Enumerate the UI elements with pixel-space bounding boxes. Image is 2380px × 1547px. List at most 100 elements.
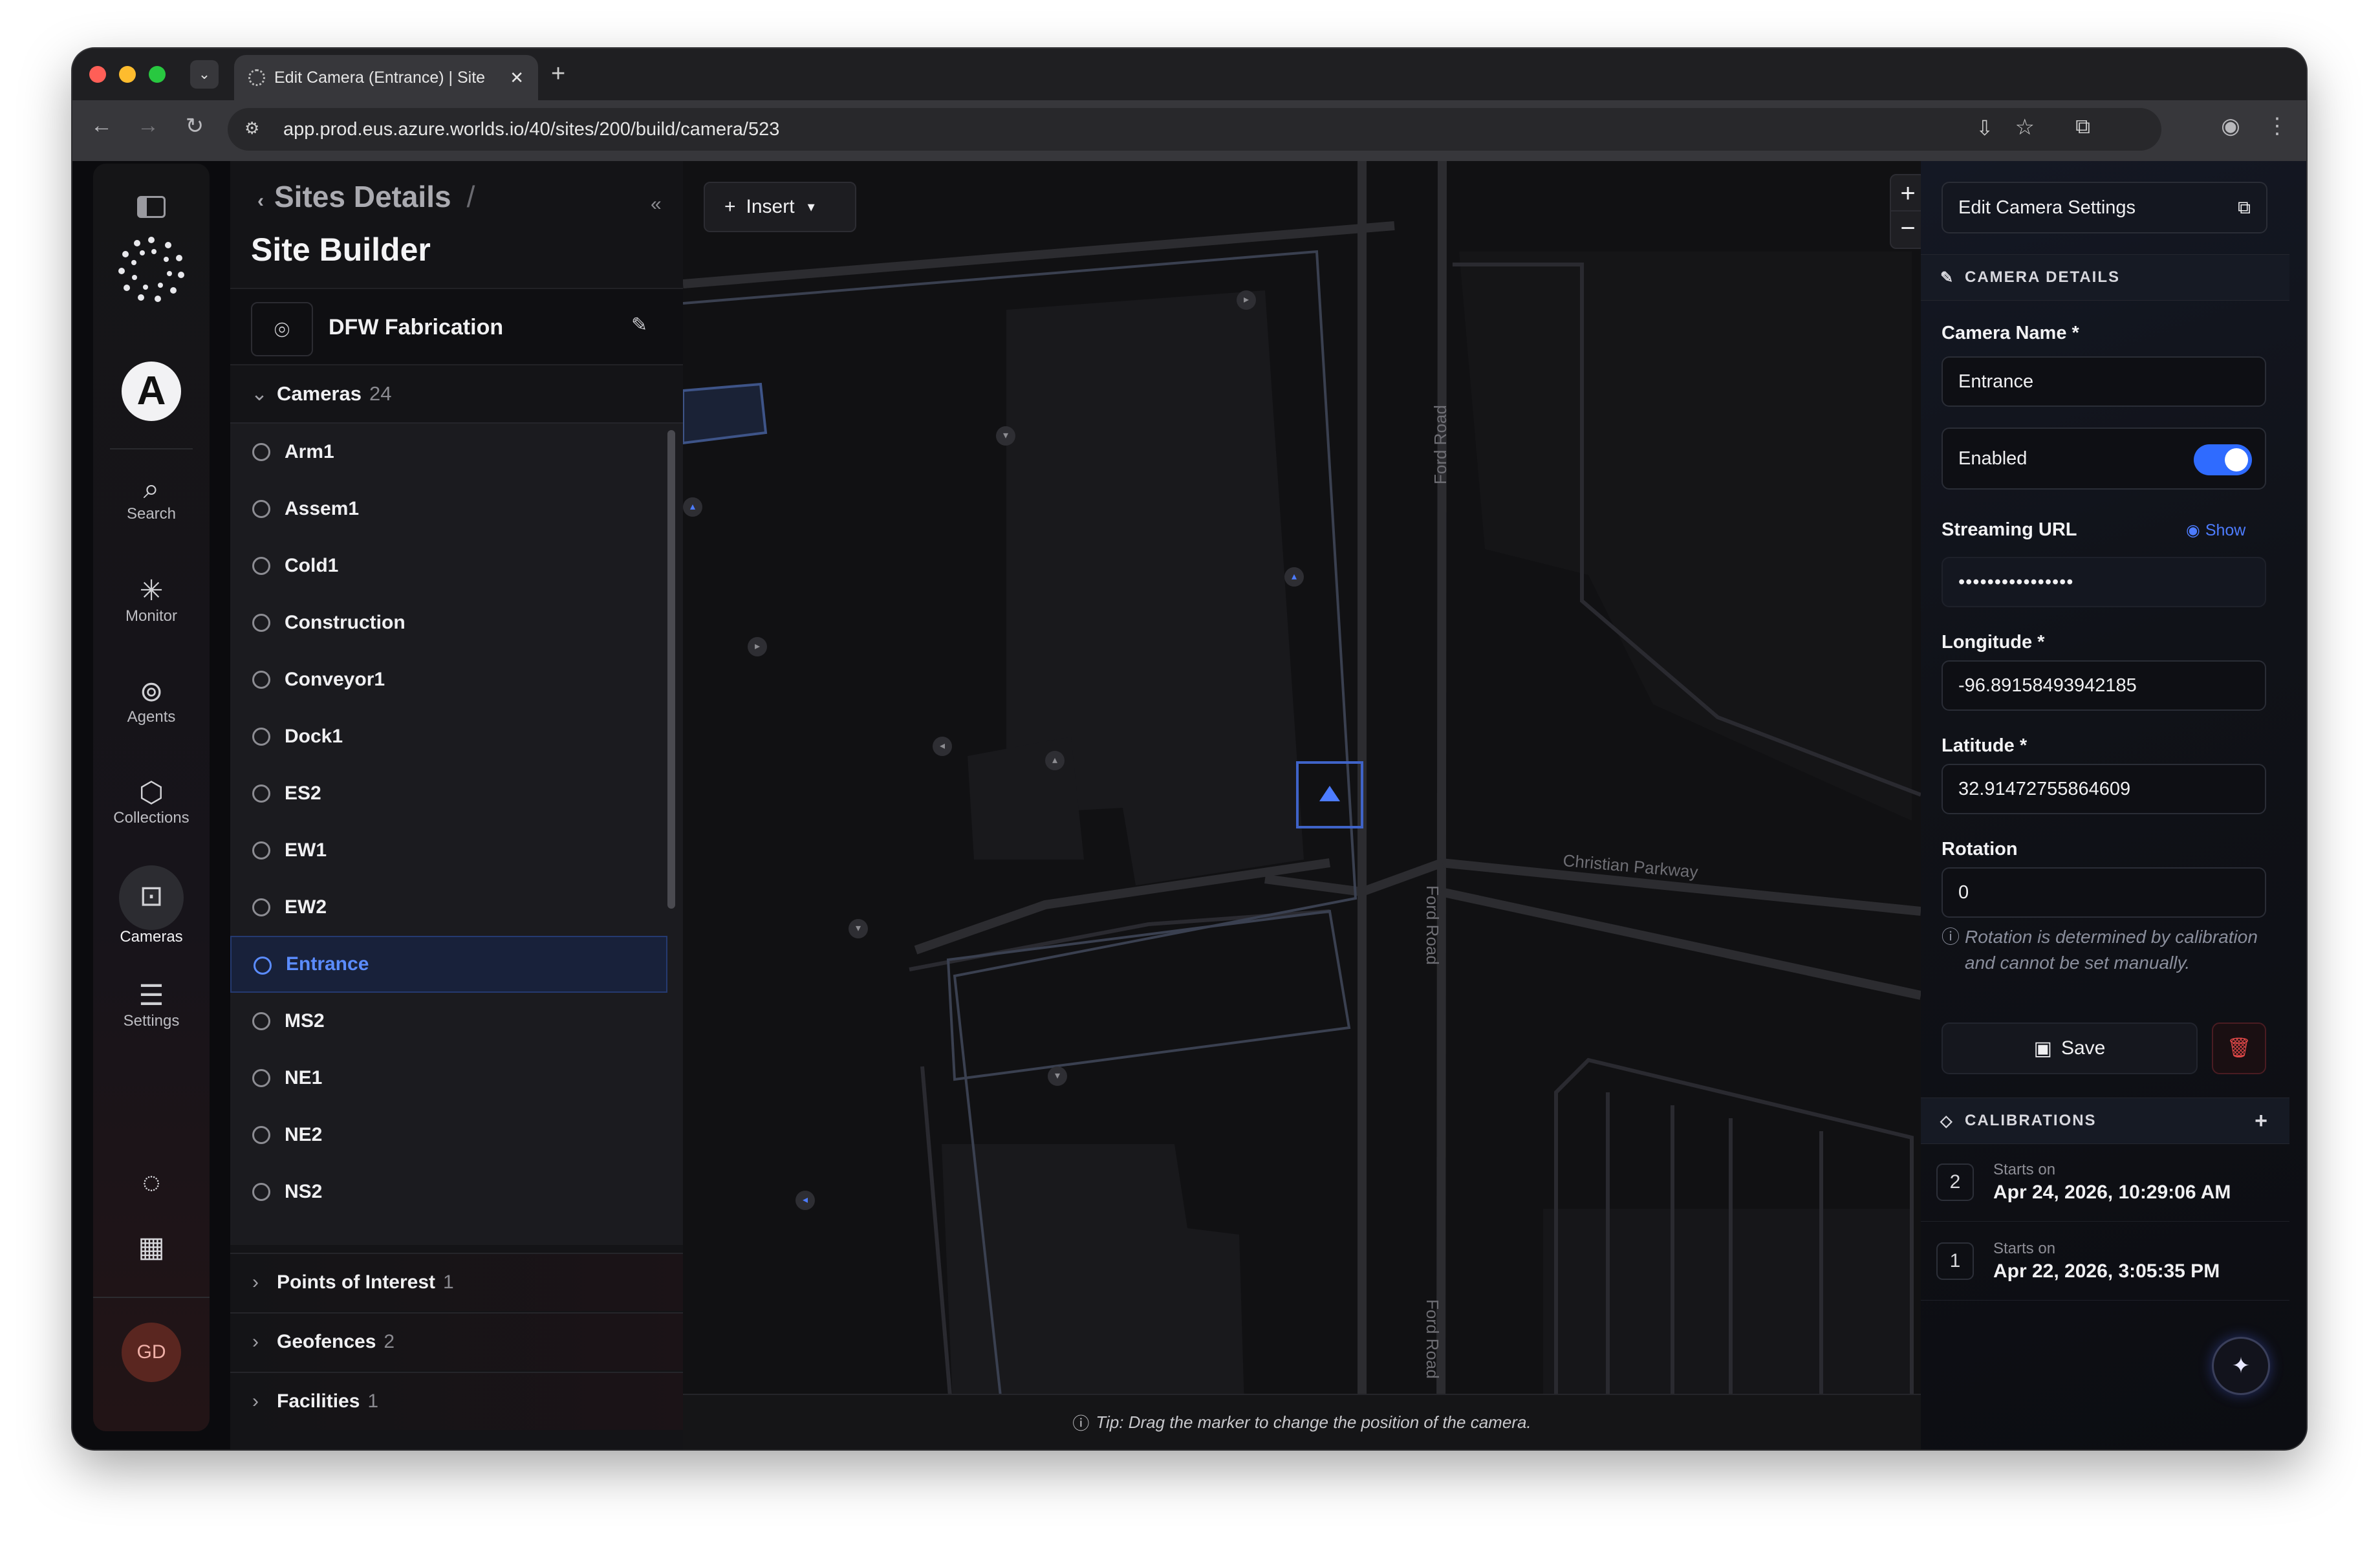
road-label: Ford Road — [1423, 885, 1442, 965]
radio-circle-icon — [252, 443, 270, 461]
forward-icon[interactable]: → — [132, 113, 164, 138]
calibration-row[interactable]: 1 Starts on Apr 22, 2026, 3:05:35 PM — [1921, 1223, 2289, 1301]
scrollbar[interactable] — [667, 430, 675, 909]
facility-outline[interactable] — [683, 382, 768, 445]
breadcrumb-link[interactable]: Sites Details — [274, 180, 451, 213]
sidebar-toggle-icon[interactable] — [137, 196, 166, 218]
site-settings-icon[interactable]: ⚙ — [244, 118, 259, 138]
delete-trash-icon[interactable]: 🗑 — [2212, 1022, 2266, 1074]
points-of-interest-section[interactable]: › Points of Interest 1 — [230, 1253, 683, 1311]
camera-list-item[interactable]: Assem1 — [230, 481, 667, 537]
zoom-out-button[interactable]: − — [1891, 211, 1921, 248]
extensions-icon[interactable]: ⧉ — [2075, 114, 2090, 139]
camera-list-item[interactable]: EW2 — [230, 879, 667, 936]
nav-monitor[interactable]: ✳ Monitor — [93, 575, 210, 625]
camera-list-item[interactable]: Entrance — [230, 936, 667, 993]
camera-list-item[interactable]: NS2 — [230, 1163, 667, 1220]
reload-icon[interactable]: ↻ — [178, 113, 211, 139]
cameras-count: 24 — [369, 382, 392, 405]
building-icon[interactable]: ▦ — [93, 1231, 210, 1264]
camera-list-item[interactable]: Construction — [230, 594, 667, 651]
nav-collections[interactable]: ⬡ Collections — [93, 777, 210, 827]
bookmark-star-icon[interactable]: ☆ — [2015, 114, 2035, 140]
camera-marker[interactable]: ▾ — [849, 919, 868, 938]
close-window-button[interactable] — [89, 66, 106, 83]
back-chevron-icon[interactable]: ‹ — [257, 190, 264, 211]
cameras-section-header[interactable]: ⌄ Cameras 24 — [230, 365, 683, 424]
camera-list-item[interactable]: Conveyor1 — [230, 651, 667, 708]
camera-marker[interactable]: ▴ — [1284, 567, 1304, 587]
nav-cameras[interactable]: ⊡ Cameras — [93, 880, 210, 946]
camera-list-item[interactable]: Cold1 — [230, 537, 667, 594]
section-count: 1 — [367, 1390, 379, 1412]
nav-settings[interactable]: ☰ Settings — [93, 980, 210, 1030]
show-url-button[interactable]: ◉ Show — [2186, 521, 2245, 540]
radio-circle-icon — [252, 728, 270, 746]
rotation-input[interactable]: 0 — [1942, 867, 2266, 918]
camera-list-item[interactable]: Arm1 — [230, 424, 667, 481]
save-button[interactable]: ▣ Save — [1942, 1022, 2198, 1074]
back-icon[interactable]: ← — [85, 113, 118, 138]
user-avatar[interactable]: GD — [122, 1323, 181, 1382]
close-tab-icon[interactable]: ✕ — [510, 68, 524, 88]
camera-marker[interactable]: ▴ — [683, 497, 702, 517]
calibration-row[interactable]: 2 Starts on Apr 24, 2026, 10:29:06 AM — [1921, 1144, 2289, 1222]
nav-search[interactable]: ⌕ Search — [93, 473, 210, 523]
camera-marker[interactable]: ▸ — [1237, 290, 1256, 310]
address-bar: ← → ↻ ⚙ app.prod.eus.azure.worlds.io/40/… — [72, 100, 2306, 161]
facilities-section[interactable]: › Facilities 1 — [230, 1372, 683, 1430]
camera-list-item[interactable]: EW1 — [230, 822, 667, 879]
longitude-value: -96.89158493942185 — [1958, 675, 2137, 696]
edit-camera-settings-button[interactable]: Edit Camera Settings ⧉ — [1942, 182, 2267, 233]
camera-marker[interactable]: ▴ — [1045, 751, 1065, 770]
org-avatar-icon[interactable]: A — [122, 362, 181, 421]
camera-marker[interactable]: ▾ — [996, 426, 1015, 446]
starts-on-label: Starts on — [1993, 1161, 2056, 1178]
latitude-input[interactable]: 32.91472755864609 — [1942, 764, 2266, 814]
site-map[interactable]: Ford Road Christian Parkway Ford Road Fo… — [683, 161, 1921, 1449]
app-area: A ⌕ Search ✳ Monitor ⊚ Agents ⬡ Collections … — [72, 161, 2306, 1449]
profile-icon[interactable]: ◉ — [2214, 113, 2247, 139]
tab-list-chevron-icon[interactable]: ⌄ — [190, 60, 219, 89]
maximize-window-button[interactable] — [149, 66, 166, 83]
camera-marker[interactable]: ◂ — [933, 737, 952, 756]
history-icon[interactable]: ◌ — [93, 1165, 210, 1200]
insert-button[interactable]: + Insert ▾ — [704, 182, 856, 232]
browser-menu-icon[interactable]: ⋮ — [2261, 113, 2293, 139]
camera-list-item[interactable]: NE1 — [230, 1050, 667, 1107]
enabled-toggle[interactable] — [2194, 444, 2252, 475]
chevron-right-icon: › — [252, 1331, 259, 1352]
collapse-panel-icon[interactable]: « — [651, 193, 662, 215]
latitude-value: 32.91472755864609 — [1958, 778, 2131, 799]
ai-assistant-sparkle-icon[interactable]: ✦ — [2212, 1337, 2270, 1395]
camera-list-item[interactable]: ES2 — [230, 765, 667, 822]
zoom-controls: + − — [1890, 174, 1921, 249]
map-tip-bar: ⓘ Tip: Drag the marker to change the posi… — [683, 1394, 1921, 1449]
url-field[interactable]: ⚙ app.prod.eus.azure.worlds.io/40/sites/… — [228, 108, 2161, 151]
map-canvas[interactable]: Ford Road Christian Parkway Ford Road Fo… — [683, 161, 1921, 1449]
camera-marker[interactable]: ▾ — [1048, 1066, 1067, 1086]
camera-marker[interactable]: ▸ — [748, 637, 767, 656]
show-label: Show — [2205, 521, 2246, 539]
longitude-input[interactable]: -96.89158493942185 — [1942, 660, 2266, 711]
install-icon[interactable]: ⇩ — [1976, 116, 1993, 140]
camera-marker[interactable]: ◂ — [795, 1191, 815, 1210]
add-calibration-plus-icon[interactable]: + — [2255, 1109, 2267, 1134]
browser-tab[interactable]: Edit Camera (Entrance) | Site ✕ — [234, 55, 538, 100]
geofences-section[interactable]: › Geofences 2 — [230, 1312, 683, 1370]
edit-site-pencil-icon[interactable]: ✎ — [631, 314, 647, 336]
minimize-window-button[interactable] — [119, 66, 136, 83]
camera-name: EW1 — [285, 839, 327, 861]
zoom-in-button[interactable]: + — [1891, 175, 1921, 211]
new-tab-icon[interactable]: + — [551, 60, 565, 88]
camera-list-item[interactable]: Dock1 — [230, 708, 667, 765]
camera-name: Assem1 — [285, 498, 360, 519]
nav-agents[interactable]: ⊚ Agents — [93, 676, 210, 726]
streaming-url-input[interactable]: •••••••••••••••• — [1942, 557, 2266, 607]
camera-name-input[interactable]: Entrance — [1942, 356, 2266, 407]
favicon-icon — [248, 69, 265, 86]
caret-down-icon: ▾ — [807, 199, 815, 215]
breadcrumb[interactable]: ‹ Sites Details / — [257, 179, 475, 214]
camera-list-item[interactable]: NE2 — [230, 1107, 667, 1163]
camera-list-item[interactable]: MS2 — [230, 993, 667, 1050]
